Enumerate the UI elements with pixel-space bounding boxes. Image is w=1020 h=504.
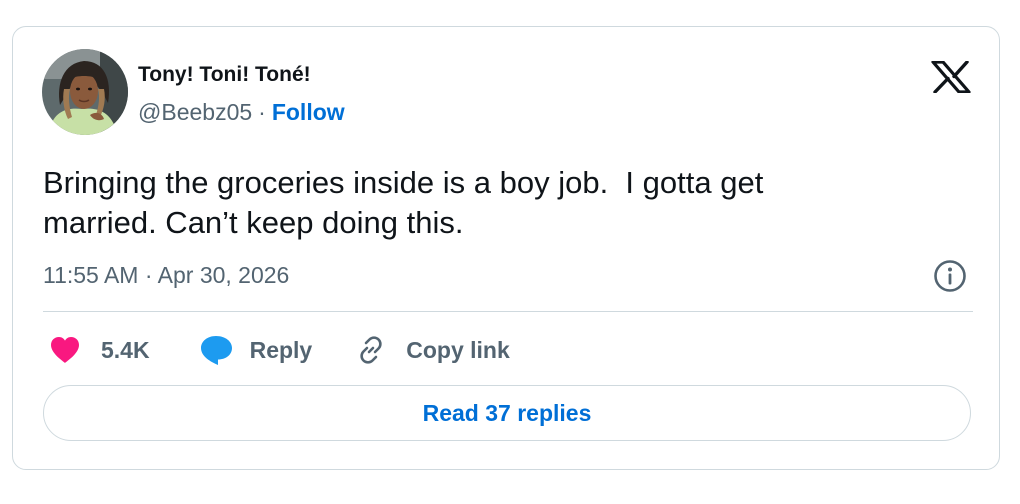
author-handle-row: @Beebz05 · Follow bbox=[138, 98, 345, 126]
reply-label: Reply bbox=[249, 336, 313, 363]
x-logo-icon[interactable] bbox=[931, 60, 971, 94]
copy-link-label: Copy link bbox=[406, 336, 510, 363]
avatar[interactable] bbox=[42, 49, 128, 135]
tweet-card: Tony! Toni! Toné! @Beebz05 · Follow Bringi… bbox=[12, 26, 1000, 470]
like-button[interactable]: 5.4K bbox=[49, 335, 150, 365]
read-replies-button[interactable]: Read 37 replies bbox=[43, 385, 971, 441]
avatar-image bbox=[42, 49, 128, 135]
tweet-text: Bringing the groceries inside is a boy j… bbox=[43, 163, 943, 243]
copy-link-button[interactable]: Copy link bbox=[354, 333, 510, 367]
tweet-timestamp[interactable]: 11:55 AM · Apr 30, 2026 bbox=[43, 261, 289, 289]
tweet-text-line: Bringing the groceries inside is a boy j… bbox=[43, 165, 764, 200]
likes-count: 5.4K bbox=[101, 336, 150, 363]
handle-separator: · bbox=[258, 99, 266, 125]
divider bbox=[43, 311, 973, 312]
follow-button[interactable]: Follow bbox=[272, 99, 345, 125]
link-icon bbox=[360, 336, 382, 364]
author-display-name[interactable]: Tony! Toni! Toné! bbox=[138, 63, 311, 87]
reply-button[interactable]: Reply bbox=[198, 334, 313, 366]
author-handle[interactable]: @Beebz05 bbox=[138, 99, 252, 125]
tweet-actions: 5.4K Reply Copy link bbox=[49, 333, 510, 367]
info-icon[interactable] bbox=[933, 259, 967, 293]
heart-icon bbox=[51, 337, 79, 363]
tweet-text-line: married. Can’t keep doing this. bbox=[43, 205, 464, 240]
speech-bubble-icon bbox=[200, 336, 232, 365]
